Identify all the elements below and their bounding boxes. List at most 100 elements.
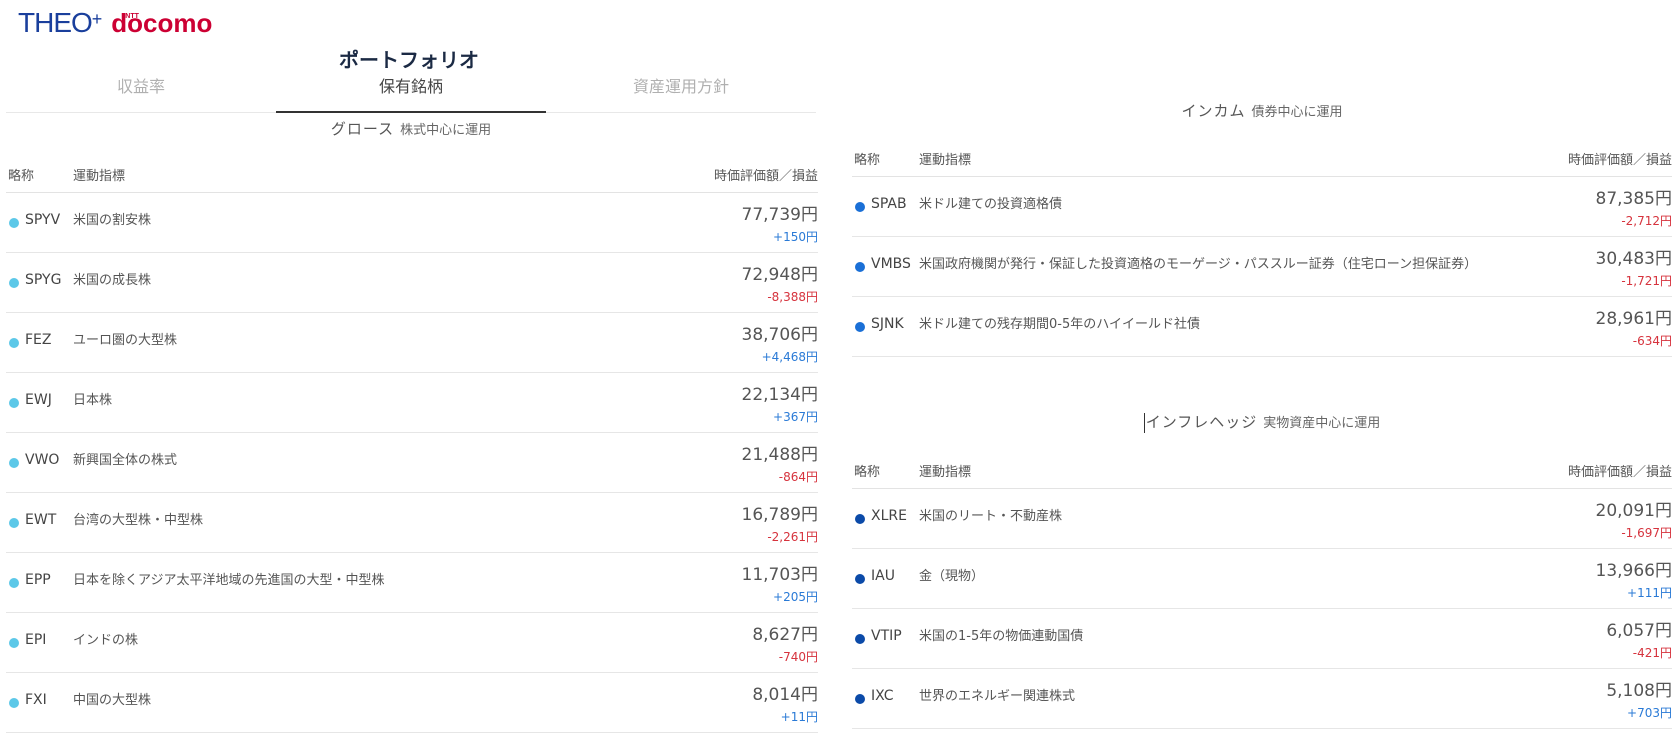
holding-index: 米ドル建ての投資適格債 xyxy=(919,197,1063,212)
holding-index: 世界のエネルギー関連株式 xyxy=(919,689,1076,704)
holding-amount: 6,057円 xyxy=(1606,621,1672,641)
holding-index: 台湾の大型株・中型株 xyxy=(73,513,204,528)
holding-amount: 38,706円 xyxy=(741,325,818,345)
holding-amount: 8,627円 xyxy=(752,625,818,645)
holding-ticker: EPP xyxy=(25,572,51,588)
holding-ticker: SPYV xyxy=(25,212,61,228)
category-dot xyxy=(9,278,19,288)
holding-index: 中国の大型株 xyxy=(73,693,152,708)
portfolio-tabs: 収益率 保有銘柄 資産運用方針 xyxy=(6,72,816,113)
holding-amount: 30,483円 xyxy=(1595,249,1672,269)
holding-index: 米国政府機関が発行・保証した投資適格のモーゲージ・パススルー証券（住宅ローン担保… xyxy=(919,257,1478,272)
holding-index: インドの株 xyxy=(73,633,139,648)
holding-profit-loss: -1,721円 xyxy=(1621,274,1672,288)
holding-profit-loss: -740円 xyxy=(778,650,818,664)
holding-profit-loss: -2,712円 xyxy=(1621,214,1672,228)
inflation-holdings-table: 略称 運動指標 時価評価額／損益 XLRE 米国のリート・不動産株 20,091円 -… xyxy=(852,452,1672,729)
holding-index: 米国の成長株 xyxy=(73,273,152,288)
category-dot xyxy=(9,698,19,708)
holding-row[interactable]: VWO 新興国全体の株式 21,488円 -864円 xyxy=(6,433,818,493)
holding-amount: 77,739円 xyxy=(741,205,818,225)
docomo-logo: NTT docomo xyxy=(111,8,213,38)
holding-amount: 16,789円 xyxy=(741,505,818,525)
tab-holdings[interactable]: 保有銘柄 xyxy=(276,72,546,113)
text-cursor xyxy=(1143,412,1145,433)
holding-profit-loss: +4,468円 xyxy=(761,350,818,364)
holding-amount: 8,014円 xyxy=(752,685,818,705)
holding-ticker: XLRE xyxy=(871,508,907,524)
holding-row[interactable]: SPYG 米国の成長株 72,948円 -8,388円 xyxy=(6,253,818,313)
holding-amount: 22,134円 xyxy=(741,385,818,405)
holding-amount: 13,966円 xyxy=(1595,561,1672,581)
holding-index: 日本を除くアジア太平洋地域の先進国の大型・中型株 xyxy=(73,573,385,588)
holding-ticker: IAU xyxy=(871,568,895,584)
holding-profit-loss: +703円 xyxy=(1627,706,1672,720)
holding-ticker: SPAB xyxy=(871,196,907,212)
holding-ticker: EWJ xyxy=(25,392,52,408)
category-dot xyxy=(855,694,865,704)
holding-row[interactable]: SPYV 米国の割安株 77,739円 +150円 xyxy=(6,193,818,253)
holding-profit-loss: +367円 xyxy=(773,410,818,424)
holding-row[interactable]: SJNK 米ドル建ての残存期間0-5年のハイイールド社債 28,961円 -634円 xyxy=(852,297,1672,357)
holding-profit-loss: +205円 xyxy=(773,590,818,604)
holding-index: 米国の割安株 xyxy=(73,213,152,228)
growth-holdings-table: 略称 運動指標 時価評価額／損益 SPYV 米国の割安株 77,739円 +150円 S… xyxy=(6,156,818,733)
holding-ticker: EPI xyxy=(25,632,47,648)
holding-ticker: IXC xyxy=(871,688,894,704)
holding-ticker: VMBS xyxy=(871,256,911,272)
holding-ticker: EWT xyxy=(25,512,57,528)
category-dot xyxy=(855,262,865,272)
table-header: 略称 運動指標 時価評価額／損益 xyxy=(6,156,818,193)
category-dot xyxy=(855,514,865,524)
holding-row[interactable]: SPAB 米ドル建ての投資適格債 87,385円 -2,712円 xyxy=(852,177,1672,237)
category-dot xyxy=(9,518,19,528)
holding-index: 新興国全体の株式 xyxy=(73,453,178,468)
holding-profit-loss: -421円 xyxy=(1632,646,1672,660)
page-title: ポートフォリオ xyxy=(339,48,479,72)
category-dot xyxy=(855,574,865,584)
tab-return-rate[interactable]: 収益率 xyxy=(6,72,276,112)
category-dot xyxy=(855,634,865,644)
holding-ticker: VTIP xyxy=(871,628,902,644)
theo-logo: THEO+ xyxy=(18,7,102,38)
brand-logo[interactable]: THEO+ NTT docomo xyxy=(18,4,213,39)
holding-profit-loss: -634円 xyxy=(1632,334,1672,348)
category-dot xyxy=(855,322,865,332)
holding-row[interactable]: EPP 日本を除くアジア太平洋地域の先進国の大型・中型株 11,703円 +205円 xyxy=(6,553,818,613)
category-dot xyxy=(9,458,19,468)
tab-investment-policy[interactable]: 資産運用方針 xyxy=(546,72,816,112)
holding-amount: 11,703円 xyxy=(741,565,818,585)
holding-row[interactable]: FXI 中国の大型株 8,014円 +11円 xyxy=(6,673,818,733)
holding-amount: 21,488円 xyxy=(741,445,818,465)
category-dot xyxy=(9,218,19,228)
holding-row[interactable]: IAU 金（現物） 13,966円 +111円 xyxy=(852,549,1672,609)
holding-profit-loss: -2,261円 xyxy=(767,530,818,544)
holding-row[interactable]: EWT 台湾の大型株・中型株 16,789円 -2,261円 xyxy=(6,493,818,553)
holding-amount: 28,961円 xyxy=(1595,309,1672,329)
category-dot xyxy=(855,202,865,212)
holding-index: 米国のリート・不動産株 xyxy=(919,509,1063,524)
holding-profit-loss: -8,388円 xyxy=(767,290,818,304)
holding-profit-loss: +150円 xyxy=(773,230,818,244)
holding-ticker: FXI xyxy=(25,692,47,708)
holding-row[interactable]: VMBS 米国政府機関が発行・保証した投資適格のモーゲージ・パススルー証券（住宅ロ… xyxy=(852,237,1672,297)
holding-amount: 87,385円 xyxy=(1595,189,1672,209)
holding-ticker: SJNK xyxy=(871,316,904,332)
income-holdings-table: 略称 運動指標 時価評価額／損益 SPAB 米ドル建ての投資適格債 87,385円 -… xyxy=(852,140,1672,357)
holding-row[interactable]: EWJ 日本株 22,134円 +367円 xyxy=(6,373,818,433)
inflation-section-title: インフレヘッジ 実物資産中心に運用 xyxy=(1143,412,1381,433)
growth-section-title: グロース 株式中心に運用 xyxy=(330,120,492,138)
holding-profit-loss: -1,697円 xyxy=(1621,526,1672,540)
holding-row[interactable]: VTIP 米国の1-5年の物価連動国債 6,057円 -421円 xyxy=(852,609,1672,669)
holding-row[interactable]: EPI インドの株 8,627円 -740円 xyxy=(6,613,818,673)
holding-amount: 72,948円 xyxy=(741,265,818,285)
holding-row[interactable]: XLRE 米国のリート・不動産株 20,091円 -1,697円 xyxy=(852,489,1672,549)
holding-ticker: FEZ xyxy=(25,332,52,348)
table-header: 略称 運動指標 時価評価額／損益 xyxy=(852,452,1672,489)
holding-index: 日本株 xyxy=(73,393,113,408)
holding-row[interactable]: IXC 世界のエネルギー関連株式 5,108円 +703円 xyxy=(852,669,1672,729)
holding-profit-loss: +111円 xyxy=(1627,586,1672,600)
holding-row[interactable]: FEZ ユーロ圏の大型株 38,706円 +4,468円 xyxy=(6,313,818,373)
holding-index: 米ドル建ての残存期間0-5年のハイイールド社債 xyxy=(919,317,1200,332)
holding-index: 米国の1-5年の物価連動国債 xyxy=(919,629,1084,644)
